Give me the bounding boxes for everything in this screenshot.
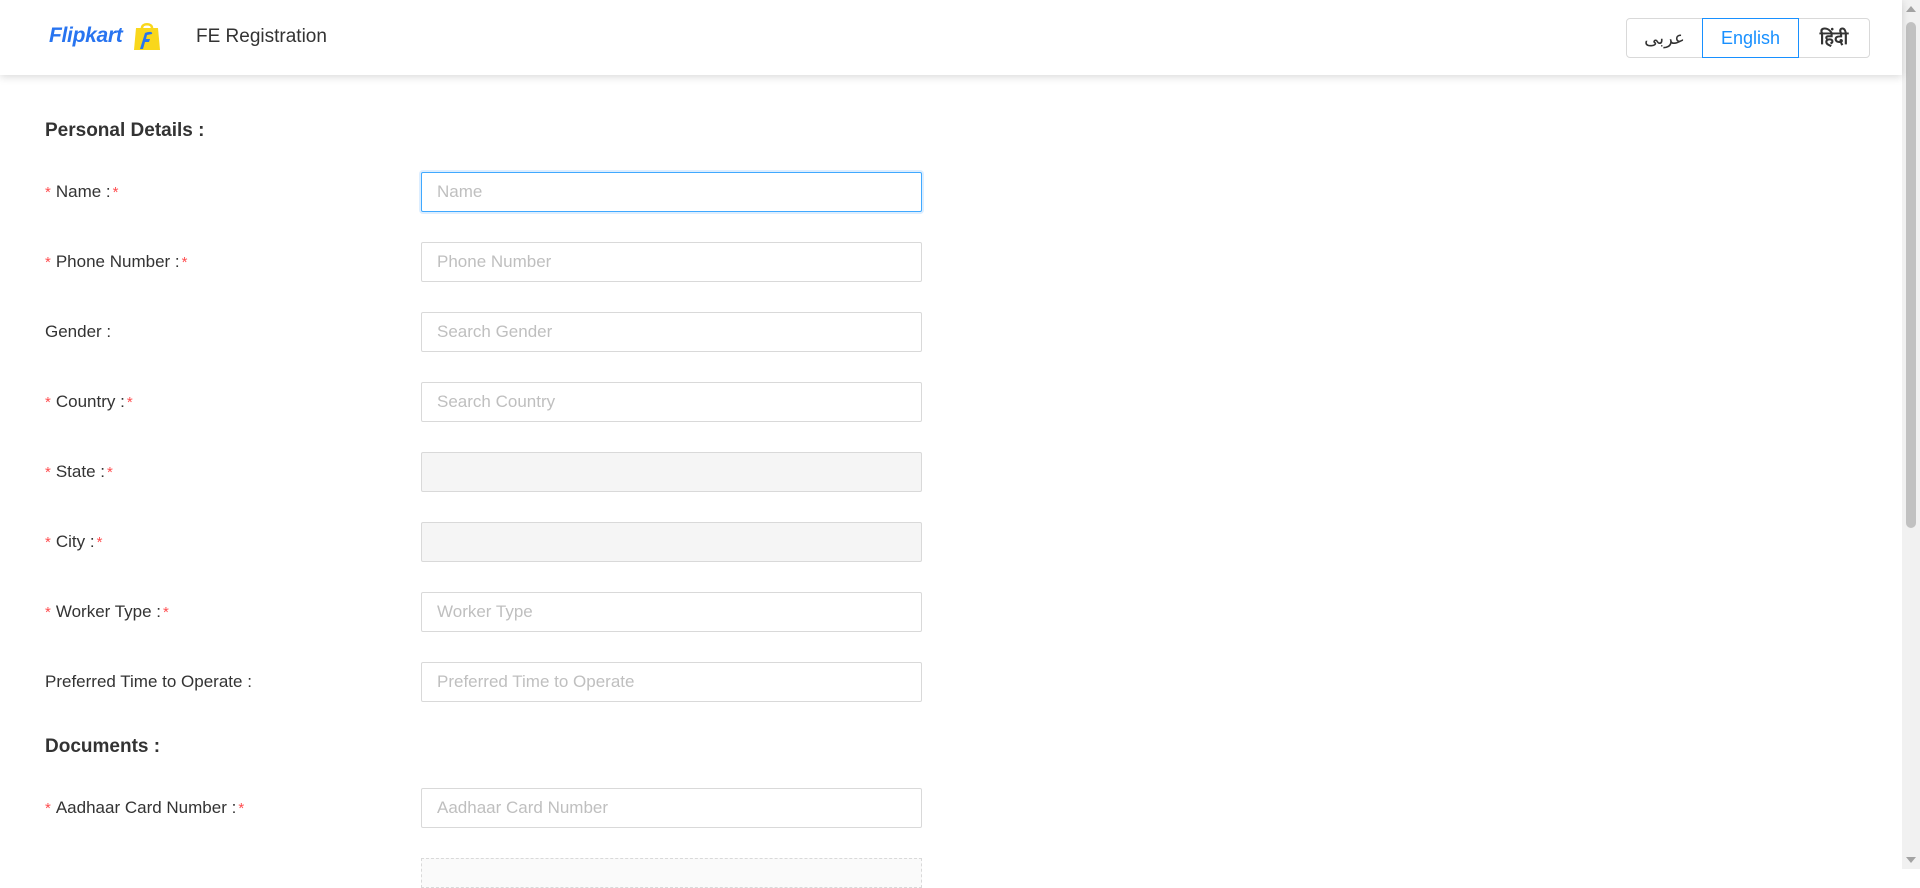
required-mark: * [163, 603, 169, 621]
required-mark: * [45, 533, 51, 551]
page-scrollbar[interactable] [1902, 0, 1920, 869]
preferred-time-label: Preferred Time to Operate : [45, 662, 252, 702]
country-search-select[interactable] [421, 382, 922, 422]
state-label-text: State : [55, 462, 105, 481]
gender-search-select[interactable] [421, 312, 922, 352]
section-title-personal-details: Personal Details : [45, 120, 205, 141]
page-title: FE Registration [196, 26, 327, 47]
required-mark: * [126, 393, 133, 411]
name-label-text: Name : [55, 182, 111, 201]
worker-type-select[interactable] [421, 592, 922, 632]
flipkart-bag-icon [131, 20, 163, 52]
required-mark: * [45, 393, 51, 411]
aadhaar-number-input[interactable] [421, 788, 922, 828]
logo-text: Flipkart [49, 24, 123, 47]
required-mark: * [45, 603, 51, 621]
required-mark: * [45, 463, 51, 481]
scrollbar-thumb[interactable] [1906, 22, 1916, 528]
required-mark: * [181, 253, 188, 271]
language-switcher: عربى English हिंदी [1626, 18, 1870, 58]
flipkart-logo[interactable]: Flipkart [49, 18, 163, 54]
name-label: * Name : * [45, 172, 118, 212]
language-english-button[interactable]: English [1702, 18, 1799, 58]
required-mark: * [238, 799, 245, 817]
aadhaar-label: * Aadhaar Card Number : * [45, 788, 244, 828]
section-title-documents: Documents : [45, 736, 161, 757]
top-bar: Flipkart FE Registration عربى English हि… [0, 0, 1902, 75]
aadhaar-label-text: Aadhaar Card Number : [55, 798, 237, 817]
gender-label-text: Gender : [45, 322, 112, 341]
state-label: * State : * [45, 452, 113, 492]
required-mark: * [96, 533, 103, 551]
worker-type-label-text: Worker Type : [55, 602, 162, 621]
name-input[interactable] [421, 172, 922, 212]
phone-number-label: * Phone Number : * [45, 242, 187, 282]
city-label: * City : * [45, 522, 102, 562]
city-label-text: City : [55, 532, 95, 551]
city-select[interactable] [421, 522, 922, 562]
phone-number-label-text: Phone Number : [55, 252, 180, 271]
preferred-time-label-text: Preferred Time to Operate : [45, 672, 252, 691]
document-upload-area[interactable] [421, 858, 922, 888]
required-mark: * [112, 183, 119, 201]
worker-type-label: * Worker Type : * [45, 592, 169, 632]
required-mark: * [45, 799, 51, 817]
country-label-text: Country : [55, 392, 125, 411]
language-hindi-button[interactable]: हिंदी [1798, 18, 1870, 58]
required-mark: * [106, 463, 113, 481]
required-mark: * [45, 253, 51, 271]
state-select[interactable] [421, 452, 922, 492]
scroll-up-arrow-icon[interactable] [1906, 6, 1916, 12]
preferred-time-select[interactable] [421, 662, 922, 702]
country-label: * Country : * [45, 382, 133, 422]
scroll-down-arrow-icon[interactable] [1906, 857, 1916, 863]
language-arabic-button[interactable]: عربى [1626, 18, 1703, 58]
gender-label: Gender : [45, 312, 111, 352]
phone-number-input[interactable] [421, 242, 922, 282]
required-mark: * [45, 183, 51, 201]
